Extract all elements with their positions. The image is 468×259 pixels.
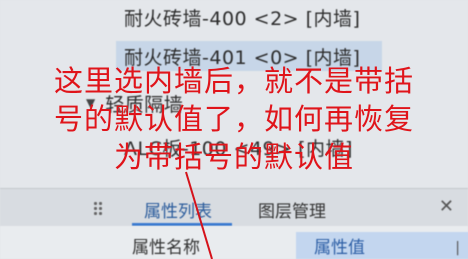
tree-item-label: 耐火砖墙-400 <2> [内墙] xyxy=(124,7,361,30)
column-header-property-name[interactable]: 属性名称 xyxy=(132,232,200,259)
tab-property-list[interactable]: 属性列表 xyxy=(138,194,218,224)
column-divider[interactable]: | xyxy=(455,240,460,256)
property-table: 属性名称 属性值 | xyxy=(0,226,468,259)
annotation-text: 这里选内墙后，就不是带括 号的默认值了，如何再恢复 为带括号的默认值 xyxy=(0,62,468,176)
column-header-property-value[interactable]: 属性值 xyxy=(296,232,468,259)
annotation-line: 号的默认值了，如何再恢复 xyxy=(53,102,414,136)
tree-item[interactable]: 耐火砖墙-400 <2> [内墙] xyxy=(124,2,360,32)
annotation-line: 这里选内墙后，就不是带括 xyxy=(53,64,414,98)
drag-handle-icon[interactable] xyxy=(94,198,102,218)
close-icon[interactable]: ✕ xyxy=(439,196,454,217)
panel-tab-bar: 属性列表 图层管理 ✕ xyxy=(0,188,468,227)
tab-layer-management[interactable]: 图层管理 xyxy=(252,194,332,224)
annotation-line: 为带括号的默认值 xyxy=(113,140,354,174)
column-header-label: 属性值 xyxy=(314,238,365,258)
